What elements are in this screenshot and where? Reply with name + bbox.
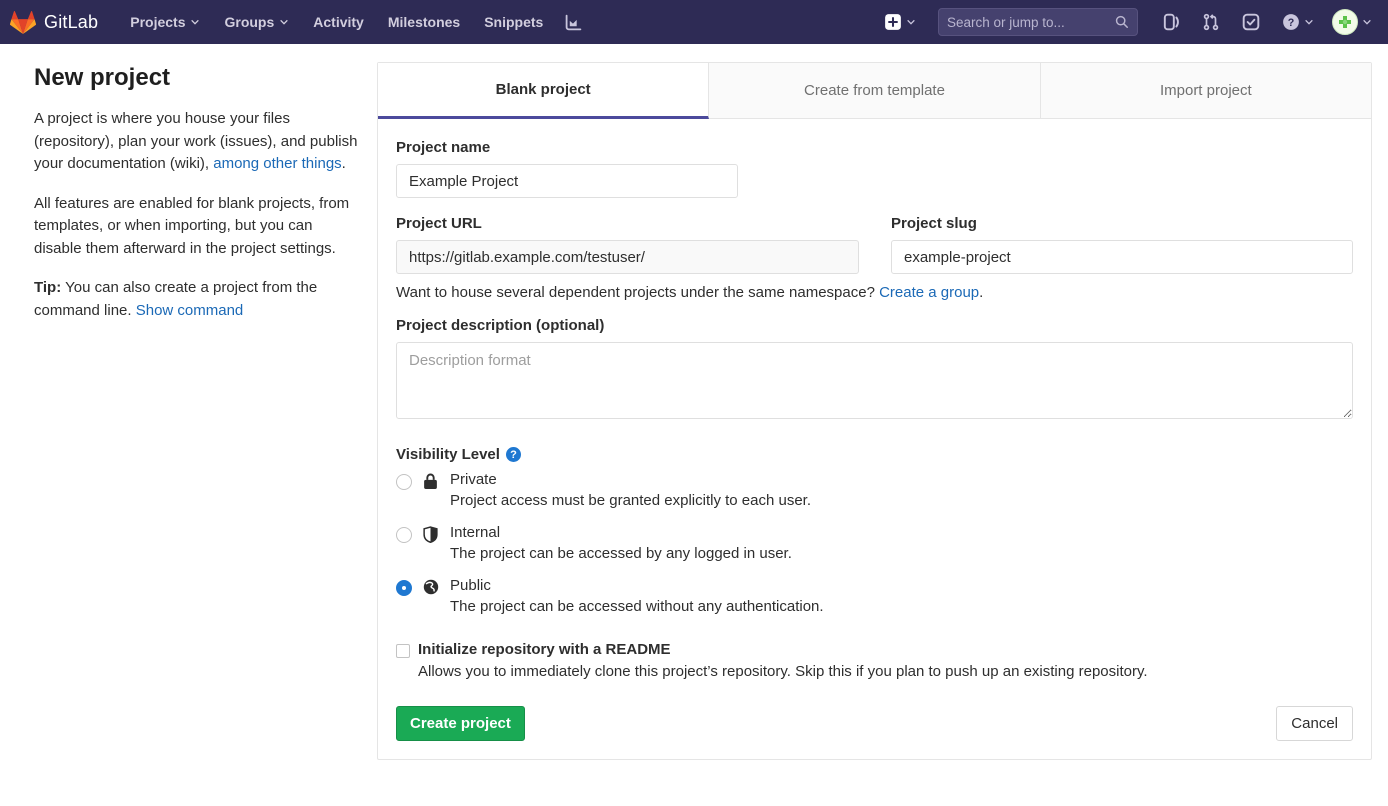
user-menu[interactable] xyxy=(1332,9,1372,35)
project-url-input[interactable] xyxy=(396,240,859,274)
primary-nav: Projects Groups Activity Milestones Snip… xyxy=(120,8,590,37)
create-a-group-link[interactable]: Create a group xyxy=(879,284,979,301)
project-slug-input[interactable] xyxy=(891,240,1353,274)
visibility-level-label: Visibility Level ? xyxy=(396,446,1353,463)
internal-description: The project can be accessed by any logge… xyxy=(450,545,792,562)
new-menu-button[interactable] xyxy=(878,9,922,35)
svg-text:?: ? xyxy=(1288,17,1295,29)
private-label[interactable]: Private xyxy=(450,471,811,488)
search-icon xyxy=(1115,15,1129,29)
globe-icon xyxy=(423,579,440,595)
internal-radio[interactable] xyxy=(396,527,412,543)
readme-label[interactable]: Initialize repository with a README xyxy=(418,641,1148,658)
tab-import-project[interactable]: Import project xyxy=(1041,63,1371,119)
avatar xyxy=(1332,9,1358,35)
visibility-help-icon[interactable]: ? xyxy=(506,447,521,462)
new-project-sidebar: New project A project is where you house… xyxy=(34,62,364,339)
project-description-label: Project description (optional) xyxy=(396,317,1353,334)
project-description-textarea[interactable] xyxy=(396,342,1353,419)
features-paragraph: All features are enabled for blank proje… xyxy=(34,193,364,261)
tip-paragraph: Tip: You can also create a project from … xyxy=(34,277,364,322)
create-project-button[interactable]: Create project xyxy=(396,706,525,741)
nav-item-milestones[interactable]: Milestones xyxy=(378,8,470,36)
new-project-panel: Blank project Create from template Impor… xyxy=(377,62,1372,760)
tab-create-from-template[interactable]: Create from template xyxy=(709,63,1040,119)
shield-icon xyxy=(423,526,440,543)
private-description: Project access must be granted explicitl… xyxy=(450,492,811,509)
readme-description: Allows you to immediately clone this pro… xyxy=(418,663,1148,680)
charts-icon[interactable] xyxy=(557,8,590,37)
lock-icon xyxy=(423,473,440,490)
namespace-hint: Want to house several dependent projects… xyxy=(396,284,1353,301)
public-label[interactable]: Public xyxy=(450,577,824,594)
merge-requests-icon[interactable] xyxy=(1194,7,1228,37)
form-actions: Create project Cancel xyxy=(396,706,1353,741)
tab-blank-project[interactable]: Blank project xyxy=(378,63,709,119)
project-name-label: Project name xyxy=(396,139,1353,156)
visibility-option-private: Private Project access must be granted e… xyxy=(396,471,1353,509)
search-input[interactable] xyxy=(947,15,1097,30)
brand-text: GitLab xyxy=(44,12,98,33)
visibility-option-internal: Internal The project can be accessed by … xyxy=(396,524,1353,562)
internal-label[interactable]: Internal xyxy=(450,524,792,541)
nav-item-groups[interactable]: Groups xyxy=(214,8,299,36)
project-name-input[interactable] xyxy=(396,164,738,198)
help-icon: ? xyxy=(1282,13,1300,31)
public-description: The project can be accessed without any … xyxy=(450,598,824,615)
readme-checkbox[interactable] xyxy=(396,644,410,658)
top-navbar: GitLab Projects Groups Activity Mileston… xyxy=(0,0,1388,44)
project-type-tabs: Blank project Create from template Impor… xyxy=(378,63,1371,119)
page-title: New project xyxy=(34,64,364,92)
cancel-button[interactable]: Cancel xyxy=(1276,706,1353,741)
among-other-things-link[interactable]: among other things xyxy=(213,155,341,172)
project-url-label: Project URL xyxy=(396,215,859,232)
global-search[interactable] xyxy=(938,8,1138,36)
todos-icon[interactable] xyxy=(1234,7,1268,37)
public-radio[interactable] xyxy=(396,580,412,596)
help-menu[interactable]: ? xyxy=(1274,7,1322,37)
gitlab-home-link[interactable]: GitLab xyxy=(10,10,98,35)
gitlab-tanuki-logo xyxy=(10,10,36,35)
private-radio[interactable] xyxy=(396,474,412,490)
nav-item-activity[interactable]: Activity xyxy=(303,8,374,36)
readme-option: Initialize repository with a README Allo… xyxy=(396,641,1353,680)
nav-item-projects[interactable]: Projects xyxy=(120,8,210,36)
project-slug-label: Project slug xyxy=(891,215,1353,232)
blank-project-form: Project name Project URL Project slug Wa… xyxy=(378,119,1371,759)
show-command-link[interactable]: Show command xyxy=(136,302,244,319)
issues-icon[interactable] xyxy=(1154,7,1188,37)
plus-icon xyxy=(884,13,902,31)
nav-item-snippets[interactable]: Snippets xyxy=(474,8,553,36)
visibility-option-public: Public The project can be accessed witho… xyxy=(396,577,1353,615)
intro-paragraph: A project is where you house your files … xyxy=(34,108,364,176)
